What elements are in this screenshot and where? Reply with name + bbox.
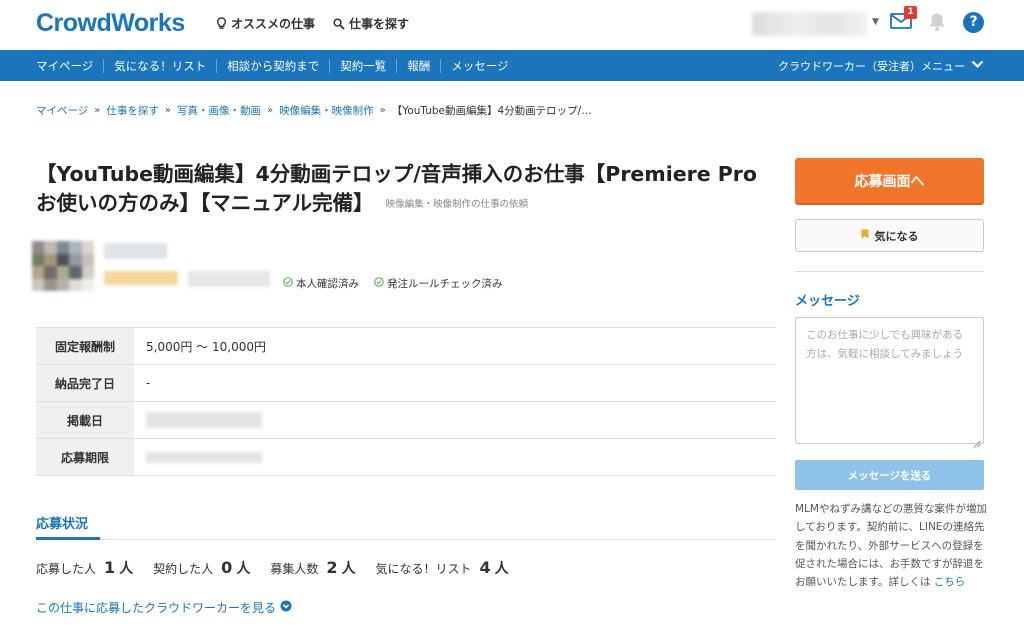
- main-nav: マイページ 気になる！リスト 相談から契約まで 契約一覧 報酬 メッセージ クラ…: [0, 50, 1024, 81]
- job-details-table: 固定報酬制 5,000円 〜 10,000円 納品完了日 - 掲載日 応募期限: [36, 327, 776, 476]
- breadcrumb-item-mypage[interactable]: マイページ: [36, 103, 88, 118]
- client-avatar[interactable]: [32, 241, 94, 291]
- nav-item-consult[interactable]: 相談から契約まで: [216, 58, 329, 73]
- search-jobs-link[interactable]: 仕事を探す: [333, 15, 409, 32]
- see-applicants-link[interactable]: この仕事に応募したクラウドワーカーを見る: [36, 599, 292, 616]
- row-value-delivery-date: -: [146, 376, 151, 390]
- row-label-posted-date: 掲載日: [36, 402, 134, 438]
- apply-button[interactable]: 応募画面へ: [795, 158, 984, 203]
- stat-value-contracted: 0: [221, 558, 233, 577]
- favorite-button[interactable]: 気になる: [795, 219, 984, 252]
- client-rating-detail: [188, 271, 270, 287]
- stat-unit-openings: 人: [341, 561, 356, 577]
- nav-item-favorites[interactable]: 気になる！リスト: [103, 58, 216, 73]
- recommended-jobs-link[interactable]: オススメの仕事: [216, 15, 315, 32]
- sidebar-divider: [795, 271, 984, 272]
- bell-icon[interactable]: [928, 12, 946, 36]
- check-circle-icon: [283, 277, 293, 290]
- nav-items: マイページ 気になる！リスト 相談から契約まで 契約一覧 報酬 メッセージ: [26, 50, 519, 81]
- breadcrumb-separator-icon: »: [379, 105, 386, 116]
- client-name[interactable]: [104, 243, 167, 259]
- client-rating-stars: [104, 271, 178, 285]
- nav-item-contracts[interactable]: 契約一覧: [329, 58, 396, 73]
- rules-checked-label: 発注ルールチェック済み: [387, 278, 503, 290]
- stat-label-contracted: 契約した人: [153, 562, 214, 576]
- stat-label-openings: 募集人数: [270, 562, 319, 576]
- status-heading-underline: [36, 537, 100, 540]
- chevron-circle-down-icon: [280, 600, 292, 615]
- application-stats: 応募した人 1 人 契約した人 0 人 募集人数 2 人 気になる！リスト 4 …: [36, 558, 529, 578]
- table-row: 納品完了日 -: [36, 365, 776, 402]
- row-label-deadline: 応募期限: [36, 439, 134, 475]
- see-applicants-label: この仕事に応募したクラウドワーカーを見る: [36, 601, 277, 615]
- nav-item-rewards[interactable]: 報酬: [396, 58, 440, 73]
- favorite-label: 気になる: [874, 229, 919, 243]
- stat-unit-contracted: 人: [236, 561, 251, 577]
- table-row: 掲載日: [36, 402, 776, 439]
- deadline-redacted: [146, 451, 262, 463]
- nav-item-messages[interactable]: メッセージ: [440, 58, 518, 73]
- caret-down-icon[interactable]: ▼: [872, 17, 879, 27]
- breadcrumb-item-search[interactable]: 仕事を探す: [106, 103, 159, 118]
- nav-item-mypage[interactable]: マイページ: [26, 59, 103, 73]
- help-icon[interactable]: ?: [963, 12, 984, 33]
- breadcrumb-item-photo[interactable]: 写真・画像・動画: [177, 103, 261, 118]
- posted-date-redacted: [146, 412, 262, 428]
- table-row: 応募期限: [36, 439, 776, 476]
- search-icon: [333, 17, 345, 30]
- job-title: 【YouTube動画編集】4分動画テロップ/音声挿入のお仕事【Premiere …: [36, 160, 766, 219]
- scam-warning: MLMやねずみ講などの悪質な案件が増加しております。契約前に、LINEの連絡先を…: [795, 500, 987, 591]
- crowdworks-logo[interactable]: CrowdWorks: [36, 9, 185, 38]
- stat-value-openings: 2: [326, 558, 338, 577]
- breadcrumb-separator-icon: »: [164, 105, 172, 116]
- message-heading: メッセージ: [795, 294, 860, 309]
- user-menu[interactable]: [752, 12, 867, 36]
- stat-label-applicants: 応募した人: [36, 562, 97, 576]
- resize-handle-icon[interactable]: [973, 433, 981, 452]
- breadcrumb-item-video[interactable]: 映像編集・映像制作: [279, 103, 374, 118]
- breadcrumb-separator-icon: »: [267, 105, 274, 116]
- check-circle-icon: [374, 277, 384, 290]
- search-jobs-label: 仕事を探す: [349, 17, 410, 31]
- recommended-jobs-label: オススメの仕事: [231, 17, 316, 31]
- stat-value-favorites: 4: [479, 558, 491, 577]
- table-row: 固定報酬制 5,000円 〜 10,000円: [36, 328, 776, 365]
- stat-value-applicants: 1: [104, 558, 116, 577]
- breadcrumb: マイページ » 仕事を探す » 写真・画像・動画 » 映像編集・映像制作 » 【…: [36, 103, 592, 118]
- worker-menu[interactable]: クラウドワーカー（受注者）メニュー: [778, 50, 984, 81]
- row-value-fixed-pay: 5,000円 〜 10,000円: [146, 339, 266, 354]
- stat-unit-favorites: 人: [494, 561, 509, 577]
- identity-verified-label: 本人確認済み: [296, 278, 359, 290]
- breadcrumb-separator-icon: »: [94, 105, 101, 116]
- stat-label-favorites: 気になる！リスト: [375, 562, 472, 576]
- bookmark-icon: [861, 229, 869, 242]
- job-category[interactable]: 映像編集・映像制作の仕事の依頼: [386, 199, 529, 210]
- worker-menu-label: クラウドワーカー（受注者）メニュー: [778, 59, 965, 73]
- send-message-button[interactable]: メッセージを送る: [795, 460, 984, 490]
- status-divider: [36, 539, 776, 540]
- lightbulb-icon: [216, 17, 227, 30]
- row-value-deadline: [134, 439, 262, 475]
- warning-details-link[interactable]: こちら: [934, 576, 966, 588]
- rules-checked-badge: 発注ルールチェック済み: [374, 276, 503, 291]
- breadcrumb-current: 【YouTube動画編集】4分動画テロップ/…: [391, 105, 592, 117]
- row-label-fixed-pay: 固定報酬制: [36, 328, 134, 364]
- row-value-posted-date: [134, 402, 262, 438]
- stat-unit-applicants: 人: [119, 561, 134, 577]
- identity-verified-badge: 本人確認済み: [283, 276, 359, 291]
- application-status-heading: 応募状況: [36, 517, 89, 532]
- top-header: CrowdWorks オススメの仕事 仕事を探す ▼ 1 ?: [0, 0, 1024, 50]
- chevron-down-icon: [971, 59, 984, 72]
- row-label-delivery-date: 納品完了日: [36, 365, 134, 401]
- mail-badge: 1: [904, 6, 917, 19]
- message-input[interactable]: このお仕事に少しでも興味がある方は、気軽に相談してみましょう: [795, 317, 984, 444]
